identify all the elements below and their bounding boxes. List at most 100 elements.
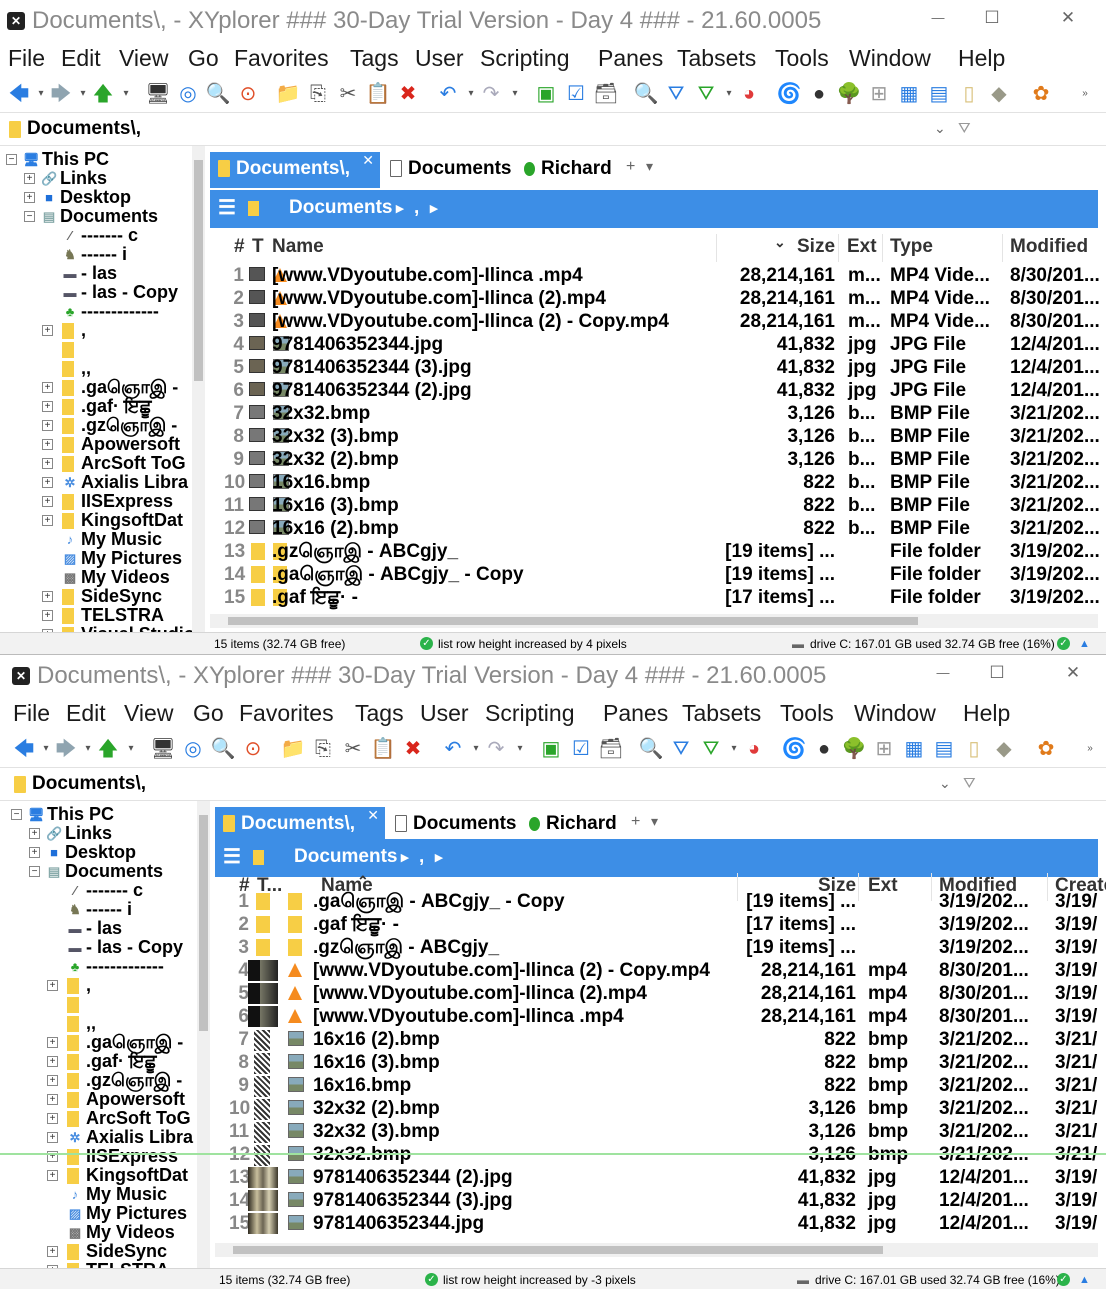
- file-row[interactable]: 14 9781406352344 (3).jpg 41,832 jpg 12/4/201…: [215, 1189, 1098, 1212]
- menu-user[interactable]: User: [415, 45, 464, 72]
- note-icon[interactable]: ▯: [961, 736, 987, 762]
- breadcrumb-arrow-icon[interactable]: ▸: [401, 848, 409, 866]
- delete-icon[interactable]: ✖: [400, 736, 426, 762]
- menu-tabsets[interactable]: Tabsets: [677, 45, 756, 72]
- file-row[interactable]: 8 32x32 (3).bmp 3,126 b... BMP File 3/21/202.…: [210, 425, 1099, 448]
- pin-icon[interactable]: ◆: [986, 81, 1012, 107]
- tab-dropdown-icon[interactable]: ▾: [646, 158, 653, 175]
- expand-icon[interactable]: +: [42, 458, 53, 469]
- tree-item[interactable]: + SideSync: [5, 1242, 200, 1261]
- spiral-icon[interactable]: 🌀: [781, 736, 807, 762]
- tree-item[interactable]: + .gaf· ਇਛੂ: [0, 397, 195, 416]
- filter-icon[interactable]: ⛛: [668, 736, 694, 762]
- moon-icon[interactable]: ●: [811, 736, 837, 762]
- file-row[interactable]: 13 .gzஞொஇ - ABCgjy_ [19 items] ... File fol…: [210, 540, 1100, 563]
- column-num[interactable]: #: [234, 236, 245, 258]
- file-row[interactable]: 10 32x32 (2).bmp 3,126 bmp 3/21/202... 3/21/: [215, 1097, 1098, 1120]
- copy-icon[interactable]: ⎘: [310, 736, 336, 762]
- menu-edit[interactable]: Edit: [61, 45, 101, 72]
- address-bar[interactable]: Documents\, ⌄ ⛛: [0, 112, 1106, 146]
- tree-item[interactable]: ♪ My Music: [0, 530, 195, 549]
- menu-user[interactable]: User: [420, 700, 469, 727]
- tree-item[interactable]: + 🔗 Links: [5, 824, 200, 843]
- file-row[interactable]: 2 [www.VDyoutube.com]-Ilinca (2).mp4 28,21…: [210, 287, 1099, 310]
- expand-icon[interactable]: +: [47, 1056, 58, 1067]
- tree-icon[interactable]: 🌳: [841, 736, 867, 762]
- menu-help[interactable]: Help: [958, 45, 1005, 72]
- color-filter-icon[interactable]: ◕: [741, 736, 767, 762]
- expand-icon[interactable]: +: [42, 439, 53, 450]
- file-row[interactable]: 13 9781406352344 (2).jpg 41,832 jpg 12/4/201…: [215, 1166, 1098, 1189]
- tree-item[interactable]: ▬ - las: [5, 919, 200, 938]
- close-button[interactable]: ✕: [1048, 8, 1088, 28]
- redo-icon[interactable]: ↷: [478, 81, 504, 107]
- tree-item[interactable]: + .gaf· ਇਛੂ: [5, 1052, 200, 1071]
- file-row[interactable]: 6 9781406352344 (2).jpg 41,832 jpg JPG File 1…: [210, 379, 1099, 402]
- column-separator[interactable]: [1002, 234, 1003, 262]
- file-row[interactable]: 8 16x16 (3).bmp 822 bmp 3/21/202... 3/21/: [215, 1051, 1098, 1074]
- forward-dropdown-icon[interactable]: ▾: [83, 736, 93, 762]
- calendar-icon[interactable]: ▦: [896, 81, 922, 107]
- redo-dropdown-icon[interactable]: ▾: [510, 81, 520, 107]
- expand-icon[interactable]: +: [42, 496, 53, 507]
- tree-item[interactable]: + TELSTRA: [0, 606, 195, 625]
- calendar-icon[interactable]: ▦: [901, 736, 927, 762]
- tree-item[interactable]: + .gzஞொஇ -: [0, 416, 195, 435]
- file-row[interactable]: 6 [www.VDyoutube.com]-Ilinca .mp4 28,214,1…: [215, 1005, 1098, 1028]
- tree-item[interactable]: ▬ - las - Copy: [5, 938, 200, 957]
- tree-icon[interactable]: 🌳: [836, 81, 862, 107]
- tree-item[interactable]: − 🖥 This PC: [5, 805, 200, 824]
- tree-item[interactable]: + ■ Desktop: [5, 843, 200, 862]
- expand-icon[interactable]: +: [42, 401, 53, 412]
- undo-dropdown-icon[interactable]: ▾: [466, 81, 476, 107]
- menu-tools[interactable]: Tools: [775, 45, 829, 72]
- cut-icon[interactable]: ✂: [340, 736, 366, 762]
- menu-tools[interactable]: Tools: [780, 700, 834, 727]
- up-dropdown-icon[interactable]: ▾: [126, 736, 136, 762]
- menu-panes[interactable]: Panes: [603, 700, 668, 727]
- breadcrumb-item-documents[interactable]: Documents: [289, 197, 392, 219]
- expand-icon[interactable]: +: [42, 477, 53, 488]
- minimize-button[interactable]: —: [918, 10, 958, 25]
- tree-item[interactable]: +,: [5, 976, 200, 995]
- column-modified[interactable]: Modified: [1010, 236, 1088, 258]
- tree-item[interactable]: + Apowersoft: [5, 1090, 200, 1109]
- tree-item[interactable]: +,: [0, 321, 195, 340]
- dual-pane-icon[interactable]: ▣: [538, 736, 564, 762]
- menu-file[interactable]: File: [8, 45, 45, 72]
- menu-edit[interactable]: Edit: [66, 700, 106, 727]
- expand-icon[interactable]: +: [24, 192, 35, 203]
- tree-item[interactable]: ♞ ------ i: [0, 245, 195, 264]
- breadcrumb-arrow-icon[interactable]: ▸: [430, 199, 438, 217]
- address-dropdown-icon[interactable]: ⌄: [939, 775, 951, 792]
- tree-item[interactable]: ▨ My Pictures: [5, 1204, 200, 1223]
- forward-icon[interactable]: 🡆: [53, 736, 79, 762]
- address-dropdown-icon[interactable]: ⌄: [934, 120, 946, 137]
- back-dropdown-icon[interactable]: ▾: [41, 736, 51, 762]
- tab-richard[interactable]: Richard: [521, 807, 627, 843]
- computer-icon[interactable]: 🖥: [150, 736, 176, 762]
- find-icon[interactable]: 🔍: [205, 81, 231, 107]
- up-icon[interactable]: 🡅: [95, 736, 121, 762]
- tab-richard[interactable]: Richard: [516, 152, 622, 188]
- tree-item[interactable]: + .gaஞொஇ -: [5, 1033, 200, 1052]
- menu-tabsets[interactable]: Tabsets: [682, 700, 761, 727]
- menu-view[interactable]: View: [124, 700, 173, 727]
- collapse-icon[interactable]: −: [29, 866, 40, 877]
- pin-icon[interactable]: ◆: [991, 736, 1017, 762]
- more-icon[interactable]: »: [1085, 736, 1095, 762]
- panes-icon[interactable]: ▤: [926, 81, 952, 107]
- expand-icon[interactable]: +: [47, 980, 58, 991]
- find-icon[interactable]: 🔍: [210, 736, 236, 762]
- breadcrumb-item-current[interactable]: ,: [414, 197, 419, 219]
- tree-item[interactable]: ♣ -------------: [5, 957, 200, 976]
- search-icon[interactable]: 🔍: [633, 81, 659, 107]
- tree-item[interactable]: + .gaஞொஇ -: [0, 378, 195, 397]
- redo-icon[interactable]: ↷: [483, 736, 509, 762]
- grid-icon[interactable]: ⊞: [871, 736, 897, 762]
- tree-item[interactable]: ⁄ ------- c: [0, 226, 195, 245]
- breadcrumb-item-current[interactable]: ,: [419, 846, 424, 868]
- goto-icon[interactable]: ⊙: [240, 736, 266, 762]
- computer-icon[interactable]: 🖥: [145, 81, 171, 107]
- hamburger-menu-icon[interactable]: ☰: [218, 195, 236, 220]
